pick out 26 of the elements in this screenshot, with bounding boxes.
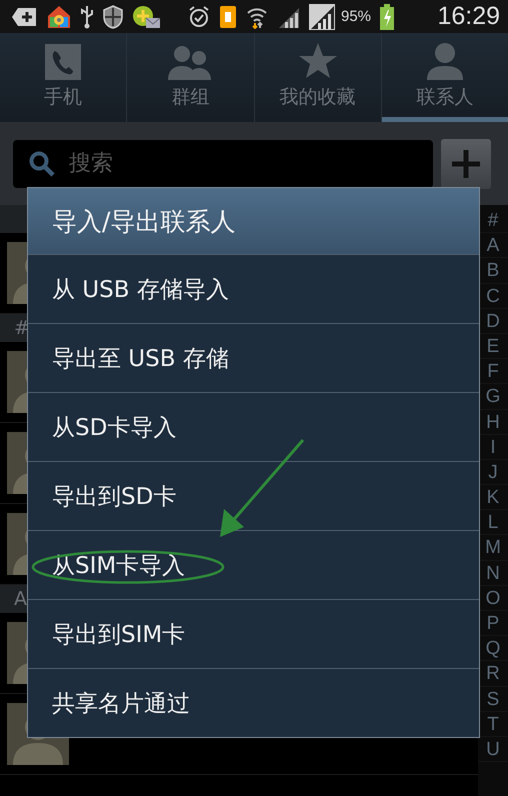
person-icon[interactable] [424, 42, 465, 80]
tab[interactable]: 手机 [0, 33, 128, 122]
document-icon [219, 4, 237, 28]
battery-percent: 95% [341, 8, 372, 25]
plus-icon [451, 148, 481, 178]
battery-charging-icon [380, 4, 394, 30]
app-mail-icon [132, 4, 160, 28]
home-gear-icon [47, 4, 71, 28]
menu-item[interactable]: 导出至 USB 存储 [28, 323, 479, 392]
signal-icon [277, 6, 299, 28]
add-button[interactable] [441, 138, 491, 188]
usb-icon [80, 4, 94, 28]
menu-item[interactable]: 导出到SIM卡 [28, 599, 479, 668]
search-field[interactable]: 搜索 [13, 140, 433, 188]
search-icon [29, 150, 55, 176]
alarm-clock-icon [188, 4, 210, 28]
dialog-title: 导入/导出联系人 [28, 188, 479, 254]
menu-item[interactable]: 共享名片通过 [28, 668, 479, 737]
signal-icon [308, 2, 336, 30]
plus-icon [12, 6, 38, 26]
menu-item[interactable]: 从 USB 存储导入 [28, 254, 479, 323]
shield-icon [103, 4, 123, 28]
star-icon[interactable] [298, 42, 338, 80]
clock-time: 16:29 [437, 2, 500, 31]
menu-item[interactable]: 从SD卡导入 [28, 392, 479, 461]
phone-icon[interactable] [45, 44, 82, 80]
